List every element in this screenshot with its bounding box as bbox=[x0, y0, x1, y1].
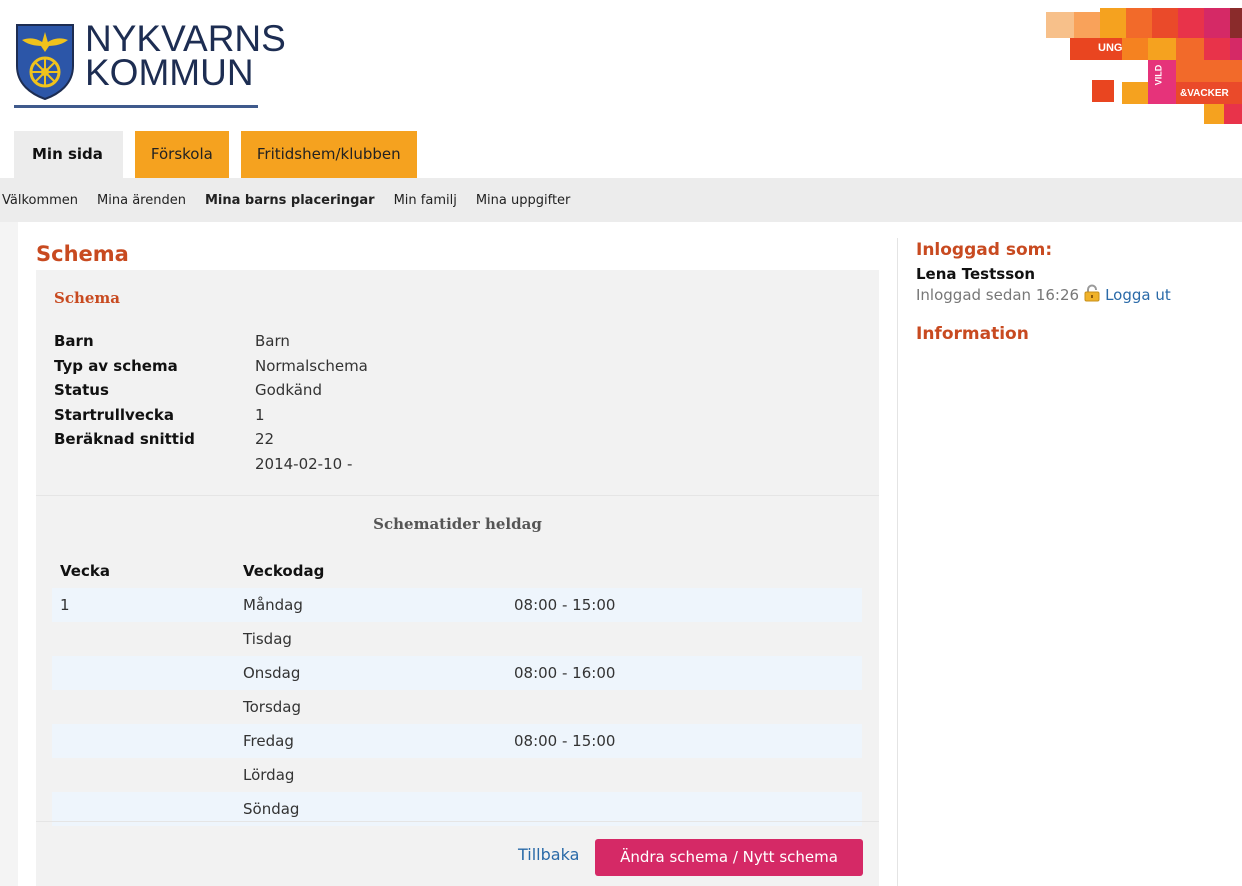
schedule-title: Schematider heldag bbox=[373, 515, 542, 533]
cell-day: Lördag bbox=[243, 766, 295, 784]
info-value: Godkänd bbox=[255, 381, 322, 399]
table-row: Lördag bbox=[52, 758, 862, 792]
divider bbox=[36, 495, 879, 496]
cell-day: Söndag bbox=[243, 800, 300, 818]
campaign-word-1: UNG bbox=[1098, 42, 1123, 54]
cell-day: Torsdag bbox=[243, 698, 302, 716]
table-header: Vecka Veckodag bbox=[52, 554, 862, 588]
logo-line-1: NYKVARNS bbox=[85, 18, 286, 59]
info-label: Status bbox=[54, 381, 109, 399]
info-value: 2014-02-10 - bbox=[255, 454, 353, 473]
campaign-word-2: VILD bbox=[1153, 64, 1164, 86]
tab-min-sida[interactable]: Min sida bbox=[14, 131, 123, 178]
municipality-logo[interactable]: NYKVARNS KOMMUN bbox=[14, 20, 286, 110]
info-row-typ: Typ av schema Normalschema bbox=[54, 357, 368, 382]
information-heading: Information bbox=[916, 324, 1029, 344]
column-header: Veckodag bbox=[243, 562, 325, 580]
edit-schedule-button[interactable]: Ändra schema / Nytt schema bbox=[595, 839, 863, 876]
logo-underline bbox=[14, 105, 258, 108]
info-value: Barn bbox=[255, 332, 290, 350]
sub-navigation: Välkommen Mina ärenden Mina barns placer… bbox=[0, 178, 1242, 222]
page-title: Schema bbox=[36, 242, 129, 266]
panel-title: Schema bbox=[54, 289, 121, 307]
tab-forskola[interactable]: Förskola bbox=[134, 131, 229, 178]
info-label: Beräknad snittid bbox=[54, 430, 195, 448]
schedule-info: Barn Barn Typ av schema Normalschema Sta… bbox=[54, 332, 368, 479]
info-label: Startrullvecka bbox=[54, 405, 174, 424]
logo-line-2: KOMMUN bbox=[85, 52, 254, 93]
campaign-mosaic-icon bbox=[1046, 8, 1242, 124]
table-row: Fredag 08:00 - 15:00 bbox=[52, 724, 862, 758]
campaign-word-3: &VACKER bbox=[1180, 88, 1229, 99]
logged-in-heading: Inloggad som: bbox=[916, 240, 1053, 260]
cell-day: Måndag bbox=[243, 596, 303, 614]
schedule-table: Vecka Veckodag 1 Måndag 08:00 - 15:00 Ti… bbox=[52, 554, 862, 826]
info-label: Typ av schema bbox=[54, 356, 178, 375]
column-header: Vecka bbox=[60, 562, 110, 580]
logged-in-since: Inloggad sedan 16:26 bbox=[916, 286, 1080, 304]
crest-icon bbox=[16, 24, 74, 100]
subnav-mina-barns-placeringar[interactable]: Mina barns placeringar bbox=[205, 193, 375, 208]
info-value: Normalschema bbox=[255, 356, 368, 375]
table-row: Torsdag bbox=[52, 690, 862, 724]
info-value: 22 bbox=[255, 430, 275, 448]
subnav-valkommen[interactable]: Välkommen bbox=[2, 193, 78, 208]
info-row-period: 2014-02-10 - bbox=[54, 455, 368, 480]
site-header: NYKVARNS KOMMUN UNG VILD &VACKER bbox=[0, 0, 1242, 130]
subnav-mina-uppgifter[interactable]: Mina uppgifter bbox=[476, 193, 571, 208]
cell-day: Onsdag bbox=[243, 664, 301, 682]
info-row-startrullvecka: Startrullvecka 1 bbox=[54, 406, 368, 431]
subnav-mina-arenden[interactable]: Mina ärenden bbox=[97, 193, 186, 208]
divider bbox=[36, 821, 879, 822]
cell-week: 1 bbox=[60, 596, 70, 614]
cell-time: 08:00 - 16:00 bbox=[514, 664, 616, 682]
table-row: Tisdag bbox=[52, 622, 862, 656]
info-label bbox=[54, 455, 255, 480]
login-info: Inloggad sedan 16:26 Logga ut bbox=[916, 284, 1226, 306]
table-row: Onsdag 08:00 - 16:00 bbox=[52, 656, 862, 690]
logout-link[interactable]: Logga ut bbox=[1105, 286, 1171, 304]
campaign-logo: UNG VILD &VACKER bbox=[1040, 8, 1242, 126]
sidebar: Inloggad som: Lena Testsson Inloggad sed… bbox=[916, 240, 1226, 344]
info-value: 1 bbox=[255, 405, 265, 424]
cell-time: 08:00 - 15:00 bbox=[514, 732, 616, 750]
lock-icon bbox=[1083, 284, 1101, 306]
main-tabs: Min sida Förskola Fritidshem/klubben bbox=[14, 131, 429, 178]
info-row-barn: Barn Barn bbox=[54, 332, 368, 357]
table-row: 1 Måndag 08:00 - 15:00 bbox=[52, 588, 862, 622]
column-divider bbox=[897, 238, 898, 886]
info-label: Barn bbox=[54, 332, 94, 350]
cell-day: Tisdag bbox=[243, 630, 292, 648]
cell-day: Fredag bbox=[243, 732, 294, 750]
info-row-status: Status Godkänd bbox=[54, 381, 368, 406]
back-link[interactable]: Tillbaka bbox=[518, 836, 579, 874]
cell-time: 08:00 - 15:00 bbox=[514, 596, 616, 614]
user-name: Lena Testsson bbox=[916, 265, 1036, 283]
info-row-snittid: Beräknad snittid 22 bbox=[54, 430, 368, 455]
tab-fritidshem-klubben[interactable]: Fritidshem/klubben bbox=[240, 131, 417, 178]
schedule-panel: Schema Barn Barn Typ av schema Normalsch… bbox=[36, 270, 879, 886]
logo-wordmark: NYKVARNS KOMMUN bbox=[85, 18, 286, 93]
subnav-min-familj[interactable]: Min familj bbox=[394, 193, 457, 208]
